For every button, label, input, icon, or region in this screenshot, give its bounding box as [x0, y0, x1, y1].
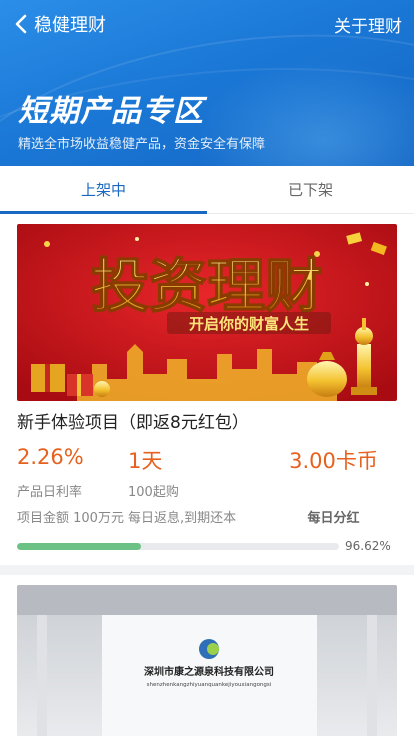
term-value: 1天	[128, 449, 163, 473]
back-button[interactable]: 稳健理财	[14, 11, 106, 37]
status-tabs: 上架中 已下架	[0, 166, 414, 214]
rate-label: 产品日利率	[17, 485, 83, 500]
product-title[interactable]: 新手体验项目（即返8元红包）	[17, 408, 397, 434]
product-card[interactable]: 投资理财 开启你的财富人生 新手体验项目（即返8元红包） 2.26% 产品日利率…	[0, 214, 414, 565]
project-amount: 项目金额 100万元	[17, 511, 124, 526]
tab-off-sale[interactable]: 已下架	[207, 166, 414, 213]
term-stat: 1天 100起购	[128, 445, 270, 500]
amount-stat: 3.00卡币	[270, 445, 397, 500]
banner-tagline: 开启你的财富人生	[189, 315, 309, 333]
rate-stat: 2.26% 产品日利率	[17, 445, 128, 500]
banner-subtitle: 精选全市场收益稳健产品，资金安全有保障	[18, 137, 266, 152]
back-arrow-icon	[15, 14, 27, 34]
product-card[interactable]: 深圳市康之源泉科技有限公司 shenzhenkangzhiyuanquankej…	[0, 575, 414, 736]
navbar: 稳健理财 关于理财	[0, 0, 414, 48]
header-banner: 稳健理财 关于理财 短期产品专区 精选全市场收益稳健产品，资金安全有保障	[0, 0, 414, 166]
min-purchase-label: 100起购	[128, 485, 179, 500]
banner-title: 短期产品专区	[18, 94, 204, 129]
product-image[interactable]: 深圳市康之源泉科技有限公司 shenzhenkangzhiyuanquankej…	[17, 585, 397, 736]
banner-headline: 投资理财	[91, 252, 323, 320]
progress-track	[17, 542, 339, 550]
progress-percent: 96.62%	[345, 539, 391, 553]
about-finance-link[interactable]: 关于理财	[334, 12, 402, 37]
page-title: 稳健理财	[34, 15, 106, 36]
product-image[interactable]: 投资理财 开启你的财富人生	[17, 224, 397, 401]
sale-progress: 96.62%	[17, 539, 397, 553]
product-list[interactable]: 投资理财 开启你的财富人生 新手体验项目（即返8元红包） 2.26% 产品日利率…	[0, 214, 414, 736]
amount-value: 3.00卡币	[289, 449, 378, 473]
company-name-en: shenzhenkangzhiyuanquankejiyouxiangongsi	[147, 682, 272, 688]
progress-fill	[17, 542, 142, 550]
rate-value: 2.26%	[17, 445, 84, 469]
product-stats: 2.26% 产品日利率 1天 100起购 3.00卡币	[17, 445, 397, 500]
company-name: 深圳市康之源泉科技有限公司	[144, 665, 274, 678]
product-details: 项目金额 100万元 每日返息,到期还本 每日分红	[17, 507, 397, 531]
repayment-method: 每日返息,到期还本	[128, 511, 237, 526]
dividend-type: 每日分红	[307, 511, 360, 526]
tab-on-sale[interactable]: 上架中	[0, 166, 207, 214]
